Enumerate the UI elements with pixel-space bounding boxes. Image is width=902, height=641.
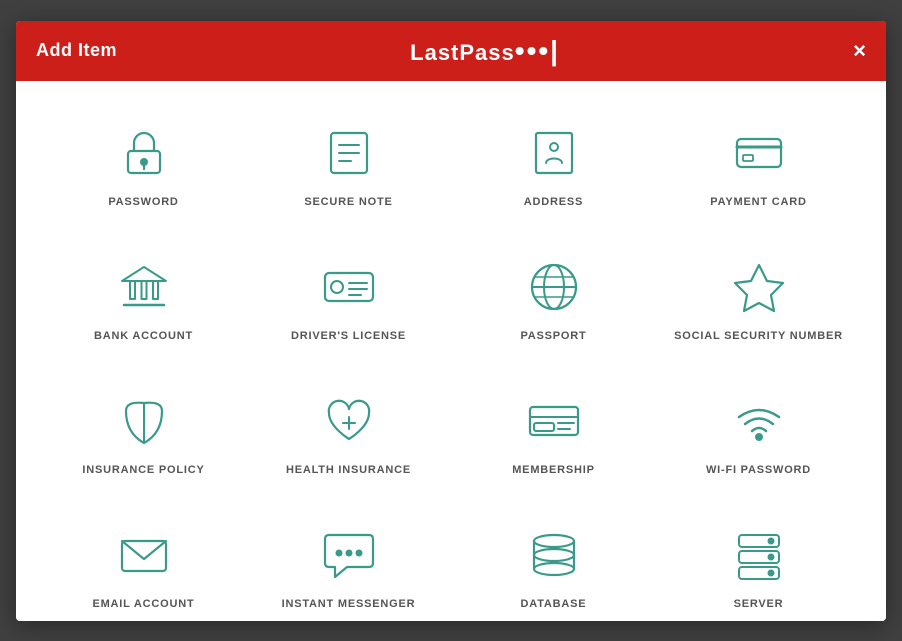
grid-item-payment-card[interactable]: PAYMENT CARD [661,101,856,225]
logo-dots: •••| [515,35,560,66]
modal-title: Add Item [36,40,117,61]
grid-item-passport[interactable]: PASSPORT [456,235,651,359]
insurance-policy-icon [112,389,176,453]
secure-note-label: SECURE NOTE [304,195,392,209]
lastpass-logo: LastPass•••| [410,35,560,67]
database-icon [522,523,586,587]
social-security-icon [727,255,791,319]
bank-account-icon [112,255,176,319]
membership-label: MEMBERSHIP [512,463,595,477]
server-label: SERVER [734,597,784,611]
database-label: DATABASE [521,597,587,611]
password-icon [112,121,176,185]
secure-note-icon [317,121,381,185]
payment-card-icon [727,121,791,185]
grid-item-email-account[interactable]: EMAIL ACCOUNT [46,503,241,620]
add-item-modal: Add Item LastPass•••| × PASSWORD SECURE N… [16,21,886,621]
social-security-label: SOCIAL SECURITY NUMBER [674,329,843,343]
modal-body: PASSWORD SECURE NOTE ADDRESS PAYMENT CARD BA… [16,81,886,621]
email-account-icon [112,523,176,587]
grid-item-address[interactable]: ADDRESS [456,101,651,225]
server-icon [727,523,791,587]
bank-account-label: BANK ACCOUNT [94,329,193,343]
passport-label: PASSPORT [520,329,586,343]
grid-item-password[interactable]: PASSWORD [46,101,241,225]
payment-card-label: PAYMENT CARD [710,195,806,209]
grid-item-secure-note[interactable]: SECURE NOTE [251,101,446,225]
drivers-license-label: DRIVER'S LICENSE [291,329,406,343]
passport-icon [522,255,586,319]
insurance-policy-label: INSURANCE POLICY [82,463,204,477]
grid-item-insurance-policy[interactable]: INSURANCE POLICY [46,369,241,493]
health-insurance-label: HEALTH INSURANCE [286,463,411,477]
grid-item-drivers-license[interactable]: DRIVER'S LICENSE [251,235,446,359]
modal-header: Add Item LastPass•••| × [16,21,886,81]
close-button[interactable]: × [853,40,866,62]
grid-item-social-security[interactable]: SOCIAL SECURITY NUMBER [661,235,856,359]
grid-item-health-insurance[interactable]: HEALTH INSURANCE [251,369,446,493]
address-icon [522,121,586,185]
grid-item-bank-account[interactable]: BANK ACCOUNT [46,235,241,359]
password-label: PASSWORD [108,195,178,209]
modal-overlay: Add Item LastPass•••| × PASSWORD SECURE N… [0,0,902,641]
instant-messenger-icon [317,523,381,587]
wifi-password-label: WI-FI PASSWORD [706,463,811,477]
address-label: ADDRESS [524,195,583,209]
health-insurance-icon [317,389,381,453]
grid-item-instant-messenger[interactable]: INSTANT MESSENGER [251,503,446,620]
items-grid: PASSWORD SECURE NOTE ADDRESS PAYMENT CARD BA… [46,101,856,621]
grid-item-membership[interactable]: MEMBERSHIP [456,369,651,493]
grid-item-server[interactable]: SERVER [661,503,856,620]
instant-messenger-label: INSTANT MESSENGER [282,597,416,611]
grid-item-database[interactable]: DATABASE [456,503,651,620]
grid-item-wifi-password[interactable]: WI-FI PASSWORD [661,369,856,493]
email-account-label: EMAIL ACCOUNT [92,597,194,611]
drivers-license-icon [317,255,381,319]
wifi-password-icon [727,389,791,453]
membership-icon [522,389,586,453]
